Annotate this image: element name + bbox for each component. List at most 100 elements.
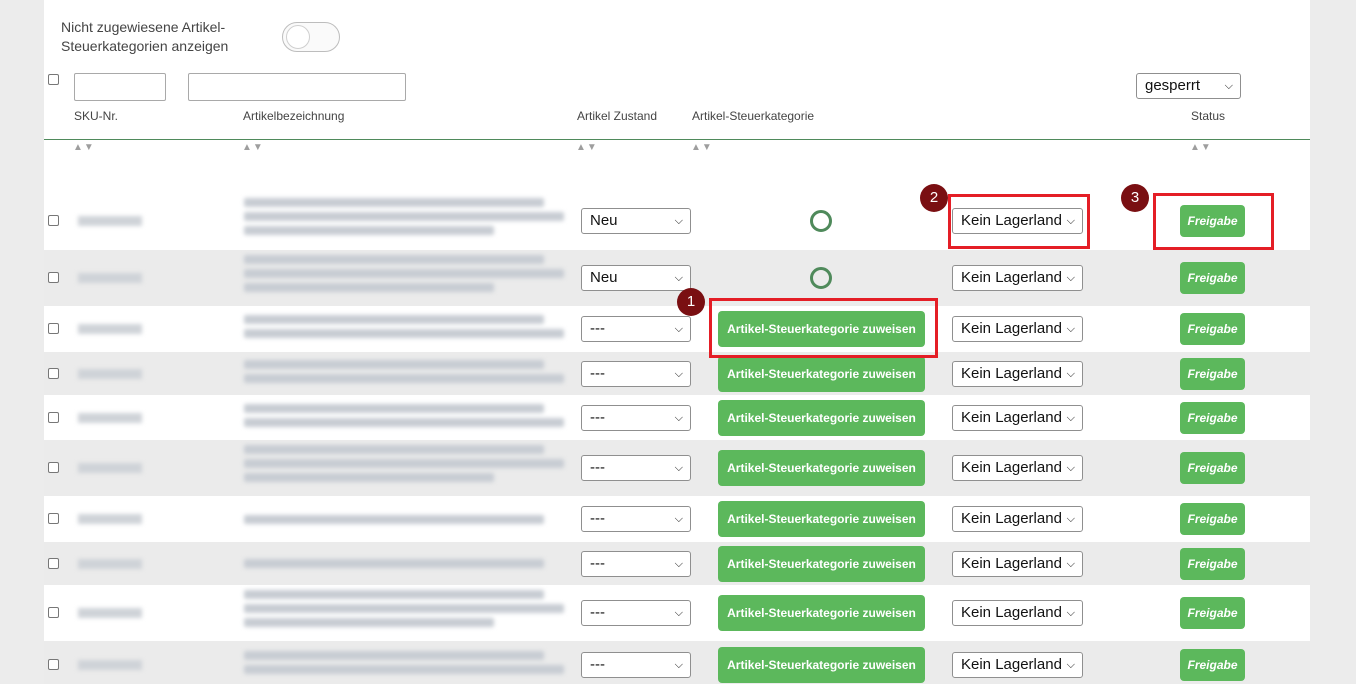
description-line-redacted bbox=[244, 268, 564, 278]
assign-tax-category-button[interactable]: Artikel-Steuerkategorie zuweisen bbox=[718, 595, 925, 631]
release-button[interactable]: Freigabe bbox=[1180, 401, 1245, 434]
row-checkbox[interactable] bbox=[48, 411, 59, 423]
table-row: --- ⌵ Artikel-Steuerkategorie zuweisen Ke… bbox=[44, 395, 1310, 440]
release-button[interactable]: Freigabe bbox=[1180, 452, 1245, 484]
unassigned-toggle[interactable] bbox=[282, 22, 340, 52]
condition-select[interactable]: --- ⌵ bbox=[581, 360, 691, 387]
warehouse-country-value: Kein Lagerland bbox=[961, 364, 1062, 382]
chevron-down-icon: ⌵ bbox=[674, 659, 683, 671]
description-line-redacted bbox=[244, 197, 544, 207]
row-checkbox[interactable] bbox=[48, 462, 59, 473]
description-line-redacted bbox=[244, 225, 494, 235]
sort-condition-icon[interactable]: ▲▼ bbox=[576, 142, 598, 153]
condition-select[interactable]: Neu ⌵ bbox=[581, 265, 691, 291]
assign-tax-category-button[interactable]: Artikel-Steuerkategorie zuweisen bbox=[718, 647, 925, 683]
column-header-status: Status bbox=[1191, 109, 1226, 123]
row-checkbox[interactable] bbox=[48, 367, 59, 379]
select-all-checkbox[interactable] bbox=[48, 74, 59, 85]
unassigned-toggle-label: Nicht zugewiesene Artikel-Steuerkategori… bbox=[61, 19, 229, 54]
sku-value-redacted bbox=[78, 558, 142, 569]
status-filter-value: gesperrt bbox=[1145, 77, 1201, 94]
sort-name-icon[interactable]: ▲▼ bbox=[242, 142, 264, 153]
condition-value: --- bbox=[590, 656, 605, 673]
table-row: --- ⌵ Artikel-Steuerkategorie zuweisen Ke… bbox=[44, 542, 1310, 585]
table-row: --- ⌵ Artikel-Steuerkategorie zuweisen Ke… bbox=[44, 352, 1310, 395]
sku-value-redacted bbox=[78, 324, 142, 334]
warehouse-country-select[interactable]: Kein Lagerland ⌵ bbox=[952, 265, 1083, 291]
row-checkbox[interactable] bbox=[48, 557, 59, 569]
warehouse-country-select[interactable]: Kein Lagerland ⌵ bbox=[952, 600, 1083, 626]
chevron-down-icon: ⌵ bbox=[674, 462, 683, 474]
row-checkbox[interactable] bbox=[48, 607, 59, 618]
chevron-down-icon: ⌵ bbox=[674, 367, 683, 380]
sku-filter-input[interactable] bbox=[74, 73, 166, 101]
row-checkbox[interactable] bbox=[48, 215, 59, 226]
description-line-redacted bbox=[244, 417, 564, 427]
release-button[interactable]: Freigabe bbox=[1180, 649, 1245, 681]
name-filter-input[interactable] bbox=[188, 73, 406, 101]
product-description-redacted bbox=[244, 399, 574, 432]
warehouse-country-select[interactable]: Kein Lagerland ⌵ bbox=[952, 506, 1083, 532]
condition-select[interactable]: --- ⌵ bbox=[581, 316, 691, 342]
sort-status-icon[interactable]: ▲▼ bbox=[1190, 142, 1212, 153]
status-filter-select[interactable]: gesperrt ⌵ bbox=[1136, 73, 1241, 99]
row-checkbox[interactable] bbox=[48, 659, 59, 670]
warehouse-country-select[interactable]: Kein Lagerland ⌵ bbox=[952, 550, 1083, 577]
description-line-redacted bbox=[244, 651, 544, 660]
assign-tax-category-button[interactable]: Artikel-Steuerkategorie zuweisen bbox=[718, 545, 925, 582]
sort-tax-category-icon[interactable]: ▲▼ bbox=[691, 142, 713, 153]
condition-select[interactable]: --- ⌵ bbox=[581, 506, 691, 532]
assign-tax-category-button[interactable]: Artikel-Steuerkategorie zuweisen bbox=[718, 355, 925, 392]
product-description-redacted bbox=[244, 250, 574, 297]
description-line-redacted bbox=[244, 458, 564, 468]
row-checkbox[interactable] bbox=[48, 513, 59, 524]
condition-select[interactable]: --- ⌵ bbox=[581, 404, 691, 431]
warehouse-country-select[interactable]: Kein Lagerland ⌵ bbox=[952, 360, 1083, 387]
condition-value: --- bbox=[590, 364, 605, 382]
release-button[interactable]: Freigabe bbox=[1180, 503, 1245, 535]
table-row: Neu ⌵ Kein Lagerland ⌵ Freigabe bbox=[44, 192, 1310, 250]
chevron-down-icon: ⌵ bbox=[1224, 80, 1233, 92]
warehouse-country-value: Kein Lagerland bbox=[961, 656, 1062, 673]
release-button[interactable]: Freigabe bbox=[1180, 547, 1245, 580]
warehouse-country-select[interactable]: Kein Lagerland ⌵ bbox=[952, 652, 1083, 678]
chevron-down-icon: ⌵ bbox=[674, 215, 683, 227]
product-description-redacted bbox=[244, 355, 574, 388]
assign-tax-category-button[interactable]: Artikel-Steuerkategorie zuweisen bbox=[718, 501, 925, 537]
warehouse-country-value: Kein Lagerland bbox=[961, 459, 1062, 476]
condition-value: --- bbox=[590, 510, 605, 527]
description-line-redacted bbox=[244, 665, 564, 674]
description-line-redacted bbox=[244, 559, 544, 568]
row-checkbox[interactable] bbox=[48, 323, 59, 334]
product-description-redacted bbox=[244, 646, 574, 679]
warehouse-country-select[interactable]: Kein Lagerland ⌵ bbox=[952, 404, 1083, 431]
release-button[interactable]: Freigabe bbox=[1180, 262, 1245, 294]
sku-value-redacted bbox=[78, 463, 142, 473]
description-line-redacted bbox=[244, 603, 564, 613]
product-description-redacted bbox=[244, 193, 574, 240]
warehouse-country-select[interactable]: Kein Lagerland ⌵ bbox=[952, 455, 1083, 481]
table-row: --- ⌵ Artikel-Steuerkategorie zuweisen Ke… bbox=[44, 440, 1310, 496]
assign-tax-category-button[interactable]: Artikel-Steuerkategorie zuweisen bbox=[718, 399, 925, 436]
condition-select[interactable]: Neu ⌵ bbox=[581, 208, 691, 234]
product-description-redacted bbox=[244, 510, 574, 529]
toggle-knob bbox=[286, 25, 310, 49]
condition-select[interactable]: --- ⌵ bbox=[581, 600, 691, 626]
condition-select[interactable]: --- ⌵ bbox=[581, 652, 691, 678]
chevron-down-icon: ⌵ bbox=[1066, 323, 1075, 335]
table-row: --- ⌵ Artikel-Steuerkategorie zuweisen Ke… bbox=[44, 306, 1310, 352]
sort-sku-icon[interactable]: ▲▼ bbox=[73, 142, 95, 153]
table-row: --- ⌵ Artikel-Steuerkategorie zuweisen Ke… bbox=[44, 585, 1310, 641]
row-checkbox[interactable] bbox=[48, 272, 59, 283]
highlight-box-assign bbox=[709, 298, 938, 358]
chevron-down-icon: ⌵ bbox=[1066, 513, 1075, 525]
condition-select[interactable]: --- ⌵ bbox=[581, 550, 691, 577]
circle-outline-icon bbox=[810, 210, 832, 232]
assign-tax-category-button[interactable]: Artikel-Steuerkategorie zuweisen bbox=[718, 450, 925, 486]
release-button[interactable]: Freigabe bbox=[1180, 357, 1245, 390]
warehouse-country-select[interactable]: Kein Lagerland ⌵ bbox=[952, 316, 1083, 342]
release-button[interactable]: Freigabe bbox=[1180, 597, 1245, 629]
condition-select[interactable]: --- ⌵ bbox=[581, 455, 691, 481]
release-button[interactable]: Freigabe bbox=[1180, 313, 1245, 345]
chevron-down-icon: ⌵ bbox=[1066, 557, 1075, 570]
